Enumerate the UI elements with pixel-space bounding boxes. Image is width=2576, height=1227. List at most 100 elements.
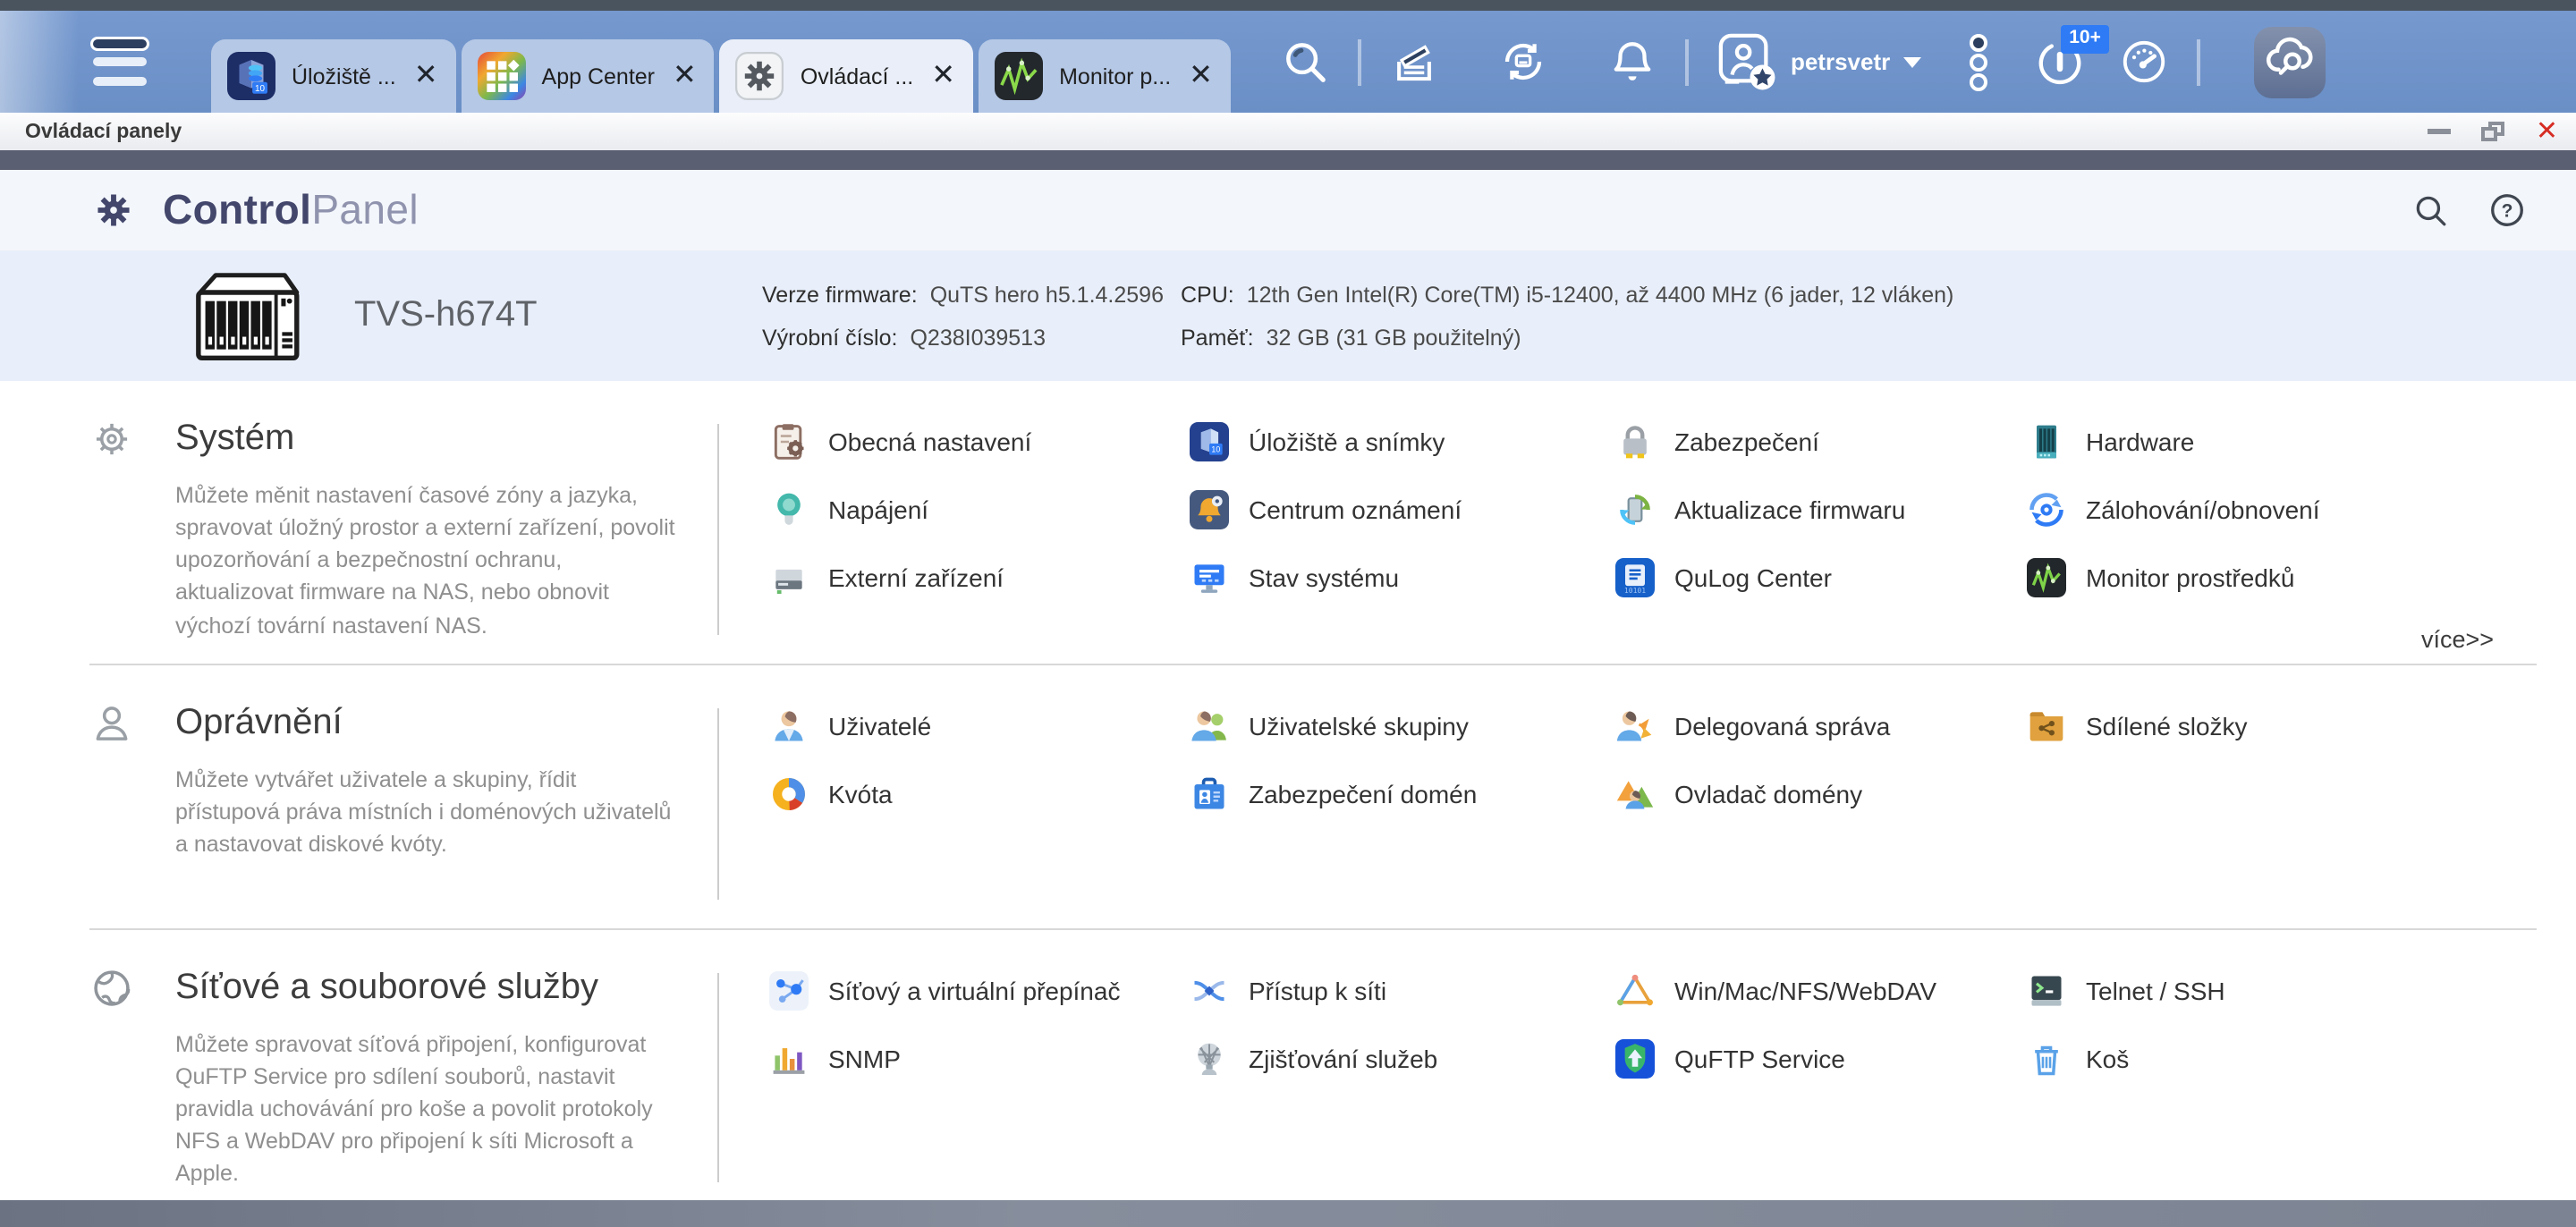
tab-app-center[interactable]: App Center✕ xyxy=(462,39,715,113)
spec-value: Q238I039513 xyxy=(910,316,1046,359)
search-icon[interactable] xyxy=(1281,38,1329,86)
system-power-info-button[interactable]: 10+ xyxy=(2035,38,2083,86)
window-titlebar: Ovládací panely ✕ xyxy=(0,113,2576,150)
section-divider xyxy=(717,972,719,1182)
cp-item-security[interactable]: Zabezpečení xyxy=(1615,420,2027,463)
cp-item-power[interactable]: Napájení xyxy=(769,488,1190,531)
control-panel-content: SystémMůžete měnit nastavení časové zóny… xyxy=(0,381,2576,1227)
cp-item-win-mac-nfs[interactable]: Win/Mac/NFS/WebDAV xyxy=(1615,969,2027,1011)
close-tab-icon[interactable]: ✕ xyxy=(931,62,955,90)
cp-item-user-groups[interactable]: Uživatelské skupiny xyxy=(1190,704,1615,747)
service-discovery-icon xyxy=(1190,1038,1229,1078)
user-outline-icon xyxy=(89,700,134,745)
search-icon[interactable] xyxy=(2411,191,2449,229)
cp-item-notification-center[interactable]: Centrum oznámení xyxy=(1190,488,1615,531)
domain-security-icon xyxy=(1190,774,1229,813)
myqnapcloud-button[interactable] xyxy=(2253,26,2325,97)
section-summary: Síťové a souborové službyMůžete spravova… xyxy=(89,965,717,1189)
sync-icon[interactable] xyxy=(1499,38,1547,86)
cp-item-label: Externí zařízení xyxy=(828,563,1004,592)
spec-value: 32 GB (31 GB použitelný) xyxy=(1267,316,1521,359)
cp-item-network-access[interactable]: Přístup k síti xyxy=(1190,969,1615,1011)
quftp-icon xyxy=(1615,1038,1655,1078)
more-options-icon[interactable] xyxy=(1967,31,1988,92)
more-link[interactable]: více>> xyxy=(2421,625,2494,652)
tab-resource-monitor[interactable]: Monitor p...✕ xyxy=(979,39,1231,113)
device-model: TVS-h674T xyxy=(354,295,583,336)
spacer xyxy=(1467,38,1470,85)
cp-item-quota[interactable]: Kvóta xyxy=(769,772,1190,815)
storage-snapshots-icon: 10 xyxy=(1190,422,1229,461)
snmp-icon xyxy=(769,1038,809,1078)
hardware-icon xyxy=(2027,422,2066,461)
cp-item-delegated-admin[interactable]: Delegovaná správa xyxy=(1615,704,2027,747)
cp-item-label: Sdílené složky xyxy=(2086,711,2248,740)
notification-count-badge: 10+ xyxy=(2060,25,2110,53)
cp-item-general-settings[interactable]: Obecná nastavení xyxy=(769,420,1190,463)
main-menu-icon[interactable] xyxy=(93,38,147,85)
tab-control-panel[interactable]: Ovládací ...✕ xyxy=(720,39,973,113)
cp-item-recycle-bin[interactable]: Koš xyxy=(2027,1037,2537,1079)
tab-storage[interactable]: 10Úložiště ...✕ xyxy=(211,39,456,113)
control-panel-header: ControlPanel ? xyxy=(0,170,2576,250)
firmware-update-icon xyxy=(1615,490,1655,529)
taskbar-divider xyxy=(2196,38,2199,85)
user-name: petrsvetr xyxy=(1791,48,1890,75)
globe-outline-icon xyxy=(89,965,134,1010)
cp-item-label: Uživatelé xyxy=(828,711,931,740)
cp-item-label: SNMP xyxy=(828,1044,901,1072)
cp-item-telnet-ssh[interactable]: Telnet / SSH xyxy=(2027,969,2537,1011)
cp-item-quftp[interactable]: QuFTP Service xyxy=(1615,1037,2027,1079)
cp-item-label: Zálohování/obnovení xyxy=(2086,495,2320,524)
cp-item-backup-restore[interactable]: Zálohování/obnovení xyxy=(2027,488,2537,531)
page-title: ControlPanel xyxy=(163,186,419,234)
cp-item-users[interactable]: Uživatelé xyxy=(769,704,1190,747)
section-summary: OprávněníMůžete vytvářet uživatele a sku… xyxy=(89,700,717,906)
notifications-bell-icon[interactable] xyxy=(1608,38,1657,86)
cp-item-external-device[interactable]: Externí zařízení xyxy=(769,556,1190,599)
qulog-center-icon: 10101 xyxy=(1615,558,1655,597)
user-menu[interactable]: petrsvetr xyxy=(1717,32,1920,91)
cp-item-shared-folders[interactable]: Sdílené složky xyxy=(2027,704,2537,747)
tab-label: Úložiště ... xyxy=(292,63,396,89)
gear-outline-icon xyxy=(89,417,134,461)
section-network: Síťové a souborové službyMůžete spravova… xyxy=(89,929,2537,1213)
dashboard-icon[interactable] xyxy=(2119,38,2167,86)
close-tab-icon[interactable]: ✕ xyxy=(673,62,697,90)
taskbar-divider xyxy=(1358,38,1361,85)
cp-item-hardware[interactable]: Hardware xyxy=(2027,420,2537,463)
minimize-icon[interactable] xyxy=(2428,119,2452,144)
cp-item-snmp[interactable]: SNMP xyxy=(769,1037,1190,1079)
cp-item-qulog-center[interactable]: 10101QuLog Center xyxy=(1615,556,2027,599)
close-icon[interactable]: ✕ xyxy=(2536,119,2558,144)
cp-item-domain-security[interactable]: Zabezpečení domén xyxy=(1190,772,1615,815)
cp-item-label: Přístup k síti xyxy=(1249,976,1386,1004)
spec-value: QuTS hero h5.1.4.2596 xyxy=(930,273,1164,316)
section-divider xyxy=(717,424,719,634)
open-app-tabs: 10Úložiště ...✕App Center✕Ovládací ...✕M… xyxy=(211,11,1231,113)
cp-item-service-discovery[interactable]: Zjišťování služeb xyxy=(1190,1037,1615,1079)
cp-item-firmware-update[interactable]: Aktualizace firmwaru xyxy=(1615,488,2027,531)
delegated-admin-icon xyxy=(1615,706,1655,745)
quota-icon xyxy=(769,774,809,813)
gear-icon xyxy=(89,186,138,234)
cp-item-label: Obecná nastavení xyxy=(828,427,1031,456)
taskbar: 10Úložiště ...✕App Center✕Ovládací ...✕M… xyxy=(0,11,2576,113)
restore-icon[interactable] xyxy=(2482,122,2505,141)
background-tasks-icon[interactable] xyxy=(1390,38,1438,86)
help-icon[interactable]: ? xyxy=(2488,191,2526,229)
close-tab-icon[interactable]: ✕ xyxy=(414,62,438,90)
cp-item-system-status[interactable]: Stav systému xyxy=(1190,556,1615,599)
close-tab-icon[interactable]: ✕ xyxy=(1189,62,1213,90)
taskbar-divider xyxy=(1685,38,1689,85)
security-icon xyxy=(1615,422,1655,461)
device-specs: Verze firmware:QuTS hero h5.1.4.2596 Výr… xyxy=(762,273,1953,359)
cp-item-resource-monitor[interactable]: Monitor prostředků xyxy=(2027,556,2537,599)
cp-item-network-virtual-switch[interactable]: Síťový a virtuální přepínač xyxy=(769,969,1190,1011)
domain-controller-icon xyxy=(1615,774,1655,813)
cp-item-domain-controller[interactable]: Ovladač domény xyxy=(1615,772,2027,815)
system-status-icon xyxy=(1190,558,1229,597)
section-items: Obecná nastavení 10Úložiště a snímkyZabez… xyxy=(769,417,2537,641)
cp-item-storage-snapshots[interactable]: 10Úložiště a snímky xyxy=(1190,420,1615,463)
window-toolbar-band xyxy=(0,150,2576,170)
